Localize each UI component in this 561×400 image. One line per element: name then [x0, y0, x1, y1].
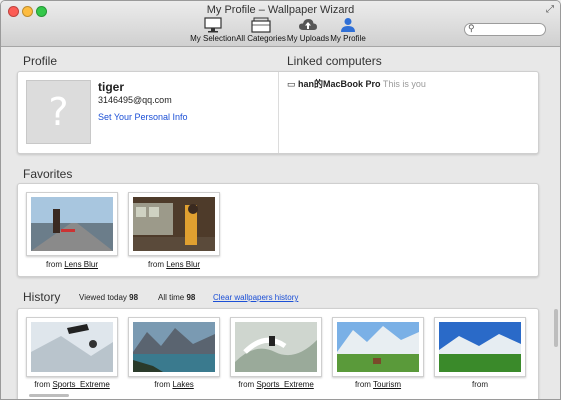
- history-source: from Tourism: [354, 380, 402, 389]
- username: tiger: [98, 80, 125, 94]
- favorite-source: from Lens Blur: [45, 260, 99, 269]
- favorites-panel: from Lens Blur from Lens Blur: [17, 183, 539, 277]
- history-thumbnail[interactable]: [434, 317, 526, 377]
- favorite-source: from Lens Blur: [147, 260, 201, 269]
- favorites-heading: Favorites: [23, 167, 73, 181]
- wallpaper-image: [133, 197, 215, 251]
- app-window: My Profile – Wallpaper Wizard ⤢ My Selec…: [0, 0, 561, 400]
- wallpaper-image: [337, 322, 419, 372]
- monitor-icon: [204, 17, 222, 33]
- vertical-scrollbar[interactable]: [554, 309, 558, 347]
- history-source: from Sports_Extreme: [238, 380, 314, 389]
- wallpaper-image: [31, 197, 113, 251]
- history-heading: History: [23, 290, 61, 304]
- profile-divider: [278, 72, 279, 153]
- set-personal-info-link[interactable]: Set Your Personal Info: [98, 112, 188, 122]
- source-link[interactable]: Lens Blur: [64, 260, 98, 269]
- main-content: Profile Linked computers ? tiger 3146495…: [1, 47, 560, 399]
- clear-history-link[interactable]: Clear wallpapers history: [213, 293, 298, 302]
- person-icon: [341, 18, 355, 32]
- source-link[interactable]: Sports_Extreme: [52, 380, 109, 389]
- folders-icon: [251, 17, 271, 33]
- favorite-thumbnail[interactable]: [26, 192, 118, 256]
- profile-heading: Profile: [23, 54, 58, 68]
- viewed-today: Viewed today 98: [79, 293, 139, 302]
- all-time: All time 98: [158, 293, 196, 302]
- toolbar-my-profile[interactable]: My Profile: [318, 17, 378, 43]
- this-is-you-label: This is you: [382, 79, 426, 89]
- source-link[interactable]: Sports_Extreme: [256, 380, 313, 389]
- wallpaper-image: [133, 322, 215, 372]
- history-thumbnail[interactable]: [230, 317, 322, 377]
- avatar[interactable]: ?: [26, 80, 91, 144]
- favorite-thumbnail[interactable]: [128, 192, 220, 256]
- user-email: 3146495@qq.com: [98, 95, 172, 105]
- window-title: My Profile – Wallpaper Wizard: [206, 4, 355, 16]
- linked-computer-row: ▭ han的MacBook Pro This is you: [287, 77, 426, 90]
- title-bar: My Profile – Wallpaper Wizard ⤢ My Selec…: [1, 1, 560, 47]
- source-link[interactable]: Lens Blur: [166, 260, 200, 269]
- history-thumbnail[interactable]: [128, 317, 220, 377]
- history-thumbnail[interactable]: [332, 317, 424, 377]
- linked-computer-name: han的MacBook Pro: [298, 79, 381, 89]
- profile-panel: ? tiger 3146495@qq.com Set Your Personal…: [17, 71, 539, 154]
- search-icon: ⚲: [468, 23, 475, 33]
- history-source: from Sports_Extreme: [34, 380, 110, 389]
- laptop-icon: ▭: [287, 79, 296, 89]
- toolbar-my-profile-label: My Profile: [330, 34, 366, 43]
- source-link[interactable]: Lakes: [172, 380, 193, 389]
- history-source: from: [472, 380, 488, 389]
- wallpaper-image: [439, 322, 521, 372]
- horizontal-scrollbar[interactable]: [29, 394, 69, 397]
- wallpaper-image: [235, 322, 317, 372]
- wallpaper-image: [31, 322, 113, 372]
- linked-computers-heading: Linked computers: [287, 54, 382, 68]
- history-panel: from Sports_Extreme from Lakes from Spor…: [17, 308, 539, 399]
- source-link[interactable]: Tourism: [373, 380, 401, 389]
- fullscreen-icon[interactable]: ⤢: [546, 4, 554, 15]
- history-source: from Lakes: [154, 380, 194, 389]
- history-thumbnail[interactable]: [26, 317, 118, 377]
- cloud-upload-icon: [299, 19, 317, 30]
- search-field[interactable]: ⚲: [464, 23, 546, 36]
